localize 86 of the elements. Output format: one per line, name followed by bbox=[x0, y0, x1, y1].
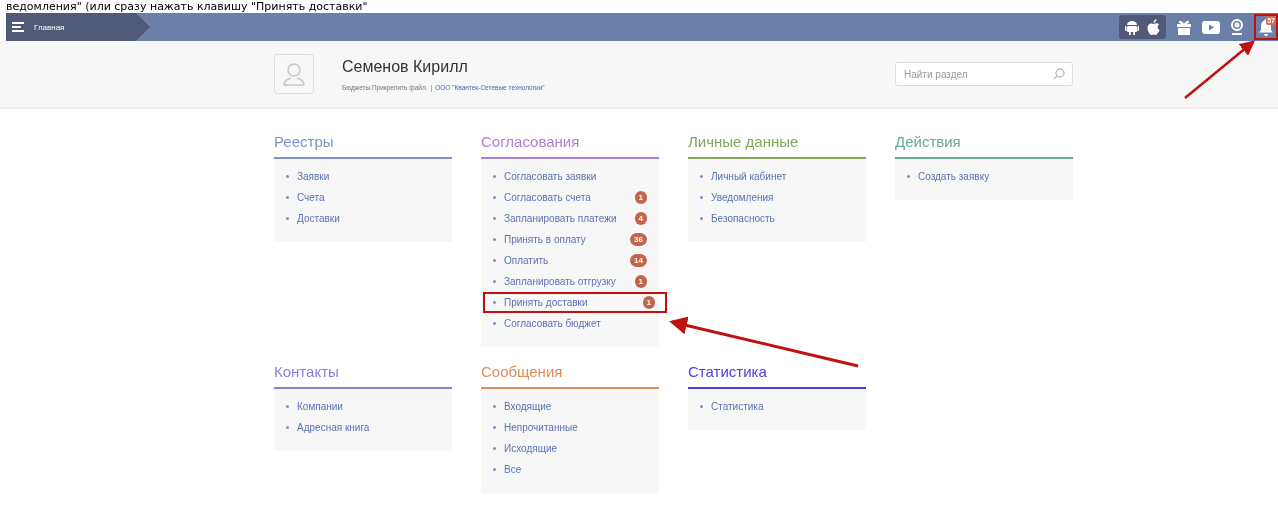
menu-item[interactable]: Счета bbox=[274, 187, 452, 208]
menu-link[interactable]: Создать заявку bbox=[918, 171, 1061, 182]
menu-item[interactable]: Согласовать счета 1 bbox=[481, 187, 659, 208]
menu-item[interactable]: Все bbox=[481, 459, 659, 480]
bullet-icon bbox=[700, 217, 703, 220]
webcam-icon[interactable] bbox=[1230, 19, 1244, 35]
bullet-icon bbox=[700, 175, 703, 178]
menu-link[interactable]: Непрочитанные bbox=[504, 422, 647, 433]
menu-item[interactable]: Запланировать платежи 4 bbox=[481, 208, 659, 229]
bullet-icon bbox=[700, 196, 703, 199]
bullet-icon bbox=[907, 175, 910, 178]
count-badge: 36 bbox=[630, 233, 647, 246]
menu-item[interactable]: Входящие bbox=[481, 396, 659, 417]
bullet-icon bbox=[493, 238, 496, 241]
menu-item[interactable]: Личный кабинет bbox=[688, 166, 866, 187]
menu-link[interactable]: Принять в оплату bbox=[504, 234, 631, 245]
menu-link[interactable]: Все bbox=[504, 464, 647, 475]
bullet-icon bbox=[493, 175, 496, 178]
bullet-icon bbox=[493, 447, 496, 450]
menu-item[interactable]: Статистика bbox=[688, 396, 866, 417]
bullet-icon bbox=[700, 405, 703, 408]
caption-text: ведомления" (или сразу нажать клавишу "Принять доставки" bbox=[5, 0, 369, 13]
bullet-icon bbox=[493, 426, 496, 429]
count-badge: 1 bbox=[642, 296, 655, 309]
breadcrumb-link[interactable]: Главная bbox=[34, 22, 125, 32]
menu-item[interactable]: Запланировать отгрузку 1 bbox=[481, 271, 659, 292]
menu-link[interactable]: Исходящие bbox=[504, 443, 647, 454]
menu-item[interactable]: Согласовать бюджет bbox=[481, 313, 659, 334]
menu-link[interactable]: Входящие bbox=[504, 401, 647, 412]
bullet-icon bbox=[286, 196, 289, 199]
menu-item[interactable]: Безопасность bbox=[688, 208, 866, 229]
android-icon[interactable] bbox=[1125, 19, 1139, 35]
menu-item[interactable]: Исходящие bbox=[481, 438, 659, 459]
bullet-icon bbox=[286, 217, 289, 220]
menu-link[interactable]: Компании bbox=[297, 401, 440, 412]
bell-icon bbox=[1258, 18, 1274, 36]
menu-item[interactable]: Заявки bbox=[274, 166, 452, 187]
menu-link[interactable]: Безопасность bbox=[711, 213, 854, 224]
annotation-arrow bbox=[1184, 40, 1255, 99]
search-field[interactable]: Найти раздел bbox=[895, 62, 1073, 86]
menu-item[interactable]: Принять доставки 1 bbox=[483, 292, 667, 313]
menu-item[interactable]: Адресная книга bbox=[274, 417, 452, 438]
menu-link[interactable]: Согласовать счета bbox=[504, 192, 635, 203]
bullet-icon bbox=[493, 280, 496, 283]
bullet-icon bbox=[493, 468, 496, 471]
user-name: Семенов Кирилл bbox=[342, 57, 469, 76]
bullet-icon bbox=[493, 217, 496, 220]
menu-link[interactable]: Согласовать бюджет bbox=[504, 318, 647, 329]
gift-icon[interactable] bbox=[1176, 19, 1192, 35]
menu-item[interactable]: Доставки bbox=[274, 208, 452, 229]
play-icon[interactable] bbox=[1202, 20, 1220, 34]
bullet-icon bbox=[493, 322, 496, 325]
menu-link[interactable]: Принять доставки bbox=[504, 297, 643, 308]
bullet-icon bbox=[286, 175, 289, 178]
menu-icon[interactable] bbox=[12, 22, 24, 32]
menu-link[interactable]: Согласовать заявки bbox=[504, 171, 647, 182]
bullet-icon bbox=[286, 426, 289, 429]
menu-link[interactable]: Адресная книга bbox=[297, 422, 440, 433]
menu-item[interactable]: Принять в оплату 36 bbox=[481, 229, 659, 250]
menu-item[interactable]: Согласовать заявки bbox=[481, 166, 659, 187]
menu-item[interactable]: Уведомления bbox=[688, 187, 866, 208]
menu-link[interactable]: Доставки bbox=[297, 213, 440, 224]
bullet-icon bbox=[493, 259, 496, 262]
menu-item[interactable]: Компании bbox=[274, 396, 452, 417]
menu-link[interactable]: Оплатить bbox=[504, 255, 631, 266]
menu-link[interactable]: Заявки bbox=[297, 171, 440, 182]
count-badge: 1 bbox=[634, 191, 647, 204]
count-badge: 4 bbox=[634, 212, 647, 225]
bullet-icon bbox=[493, 301, 496, 304]
menu-item[interactable]: Создать заявку bbox=[895, 166, 1073, 187]
avatar-placeholder bbox=[274, 54, 314, 94]
menu-link[interactable]: Личный кабинет bbox=[711, 171, 854, 182]
count-badge: 14 bbox=[630, 254, 647, 267]
bullet-icon bbox=[493, 196, 496, 199]
menu-link[interactable]: Статистика bbox=[711, 401, 854, 412]
menu-link[interactable]: Уведомления bbox=[711, 192, 854, 203]
bullet-icon bbox=[493, 405, 496, 408]
count-badge: 1 bbox=[634, 275, 647, 288]
menu-link[interactable]: Запланировать отгрузку bbox=[504, 276, 635, 287]
bullet-icon bbox=[286, 405, 289, 408]
search-icon bbox=[1053, 68, 1065, 80]
apple-icon[interactable] bbox=[1147, 19, 1160, 35]
menu-link[interactable]: Счета bbox=[297, 192, 440, 203]
menu-link[interactable]: Запланировать платежи bbox=[504, 213, 635, 224]
menu-item[interactable]: Оплатить 14 bbox=[481, 250, 659, 271]
menu-item[interactable]: Непрочитанные bbox=[481, 417, 659, 438]
